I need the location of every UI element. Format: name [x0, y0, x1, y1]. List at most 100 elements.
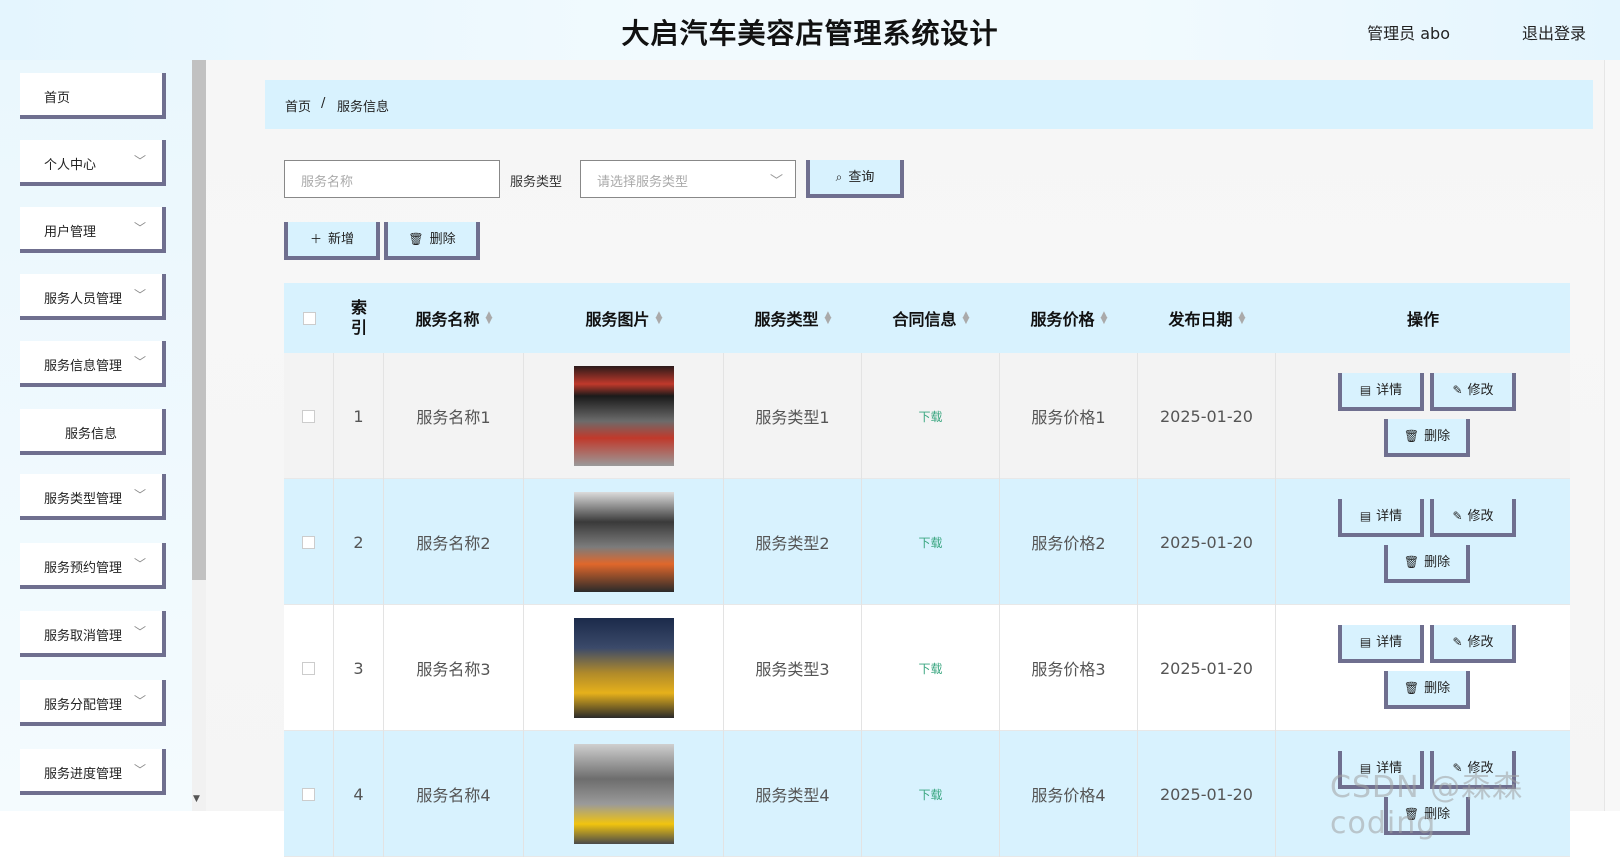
select-all-checkbox[interactable]	[302, 311, 316, 325]
bulk-delete-button[interactable]: 🗑 删除	[384, 222, 480, 260]
sidebar-subitem-service-info[interactable]: 服务信息	[20, 409, 166, 455]
delete-label: 删除	[1424, 429, 1451, 444]
download-link[interactable]: 下载	[918, 534, 942, 551]
delete-icon: 🗑	[1403, 681, 1420, 695]
search-icon: ⌕	[835, 170, 843, 184]
service-image-cell	[524, 731, 724, 857]
sidebar-item-service-type-management[interactable]: 服务类型管理 ﹀	[20, 474, 166, 520]
row-checkbox[interactable]	[302, 787, 315, 801]
row-checkbox[interactable]	[302, 409, 315, 423]
sidebar-item-personal-center[interactable]: 个人中心 ﹀	[20, 140, 166, 186]
sidebar-item-label: 首页	[44, 91, 71, 106]
sort-icon[interactable]: ▲ ▼	[825, 311, 832, 326]
cell-date: 2025-01-20	[1138, 353, 1276, 479]
chevron-down-icon: ﹀	[133, 355, 146, 369]
sidebar-item-home[interactable]: 首页	[20, 73, 166, 119]
cell-index: 1	[334, 353, 384, 479]
col-date[interactable]: 发布日期 ▲ ▼	[1138, 283, 1276, 353]
delete-label: 删除	[1424, 681, 1451, 696]
detail-icon: ▤	[1359, 635, 1372, 649]
chevron-down-icon: ﹀	[133, 557, 146, 571]
cell-name: 服务名称3	[384, 605, 524, 731]
sidebar-item-label: 服务信息	[64, 427, 117, 442]
sidebar-scroll-thumb[interactable]	[192, 60, 206, 580]
col-name[interactable]: 服务名称 ▲ ▼	[384, 283, 524, 353]
edit-icon: ✎	[1452, 509, 1463, 523]
col-type[interactable]: 服务类型 ▲ ▼	[724, 283, 862, 353]
cell-name: 服务名称1	[384, 353, 524, 479]
service-type-select[interactable]: 请选择服务类型 ﹀	[580, 160, 796, 198]
cell-date: 2025-01-20	[1138, 731, 1276, 857]
row-checkbox[interactable]	[302, 535, 315, 549]
edit-label: 修改	[1467, 509, 1494, 524]
edit-button[interactable]: ✎ 修改	[1430, 373, 1516, 411]
cell-price: 服务价格2	[1000, 479, 1138, 605]
edit-button[interactable]: ✎ 修改	[1430, 625, 1516, 663]
detail-icon: ▤	[1359, 509, 1372, 523]
detail-button[interactable]: ▤ 详情	[1338, 373, 1424, 411]
main-scrollbar[interactable]	[1604, 60, 1620, 811]
col-price[interactable]: 服务价格 ▲ ▼	[1000, 283, 1138, 353]
sidebar-item-label: 服务人员管理	[44, 292, 123, 307]
sidebar-item-assignment-management[interactable]: 服务分配管理 ﹀	[20, 680, 166, 726]
sidebar-item-user-management[interactable]: 用户管理 ﹀	[20, 207, 166, 253]
col-actions: 操作	[1406, 310, 1439, 329]
detail-label: 详情	[1376, 509, 1403, 524]
cell-name: 服务名称2	[384, 479, 524, 605]
delete-button[interactable]: 🗑 删除	[1384, 419, 1470, 457]
detail-button[interactable]: ▤ 详情	[1338, 499, 1424, 537]
cell-index: 3	[334, 605, 384, 731]
service-name-input[interactable]: 服务名称	[284, 160, 500, 198]
sort-icon[interactable]: ▲ ▼	[656, 311, 663, 326]
breadcrumb-separator: /	[321, 96, 326, 111]
service-image-cell	[524, 479, 724, 605]
sort-icon[interactable]: ▲ ▼	[1101, 311, 1108, 326]
chevron-down-icon: ﹀	[769, 174, 783, 189]
cell-price: 服务价格3	[1000, 605, 1138, 731]
cell-price: 服务价格4	[1000, 731, 1138, 857]
sort-icon[interactable]: ▲ ▼	[1239, 311, 1246, 326]
delete-button[interactable]: 🗑 删除	[1384, 671, 1470, 709]
trash-icon: 🗑	[408, 232, 424, 246]
edit-icon: ✎	[1452, 635, 1463, 649]
query-button[interactable]: ⌕ 查询	[806, 160, 904, 198]
edit-button[interactable]: ✎ 修改	[1430, 499, 1516, 537]
add-label: 新增	[328, 232, 355, 247]
delete-label: 删除	[429, 232, 456, 247]
col-image[interactable]: 服务图片 ▲ ▼	[524, 283, 724, 353]
table-row: 3 服务名称3 服务类型3 下载 服务价格3 2025-01-20 ▤ 详情 ✎ 修改 🗑 删除	[284, 605, 1570, 731]
download-link[interactable]: 下载	[918, 408, 942, 425]
watermark: CSDN @森森 coding	[1330, 770, 1524, 841]
service-image	[573, 366, 674, 466]
logout-link[interactable]: 退出登录	[1522, 20, 1586, 44]
sidebar: 首页 个人中心 ﹀ 用户管理 ﹀ 服务人员管理 ﹀ 服务信息管理 ﹀ 服务信息 …	[0, 60, 192, 811]
sidebar-item-booking-management[interactable]: 服务预约管理 ﹀	[20, 543, 166, 589]
contract-cell: 下载	[862, 605, 1000, 731]
sort-icon[interactable]: ▲ ▼	[486, 311, 493, 326]
contract-cell: 下载	[862, 479, 1000, 605]
sidebar-item-label: 服务分配管理	[44, 698, 123, 713]
detail-icon: ▤	[1359, 383, 1372, 397]
download-link[interactable]: 下载	[918, 660, 942, 677]
breadcrumb-home[interactable]: 首页	[285, 96, 311, 115]
add-button[interactable]: ＋ 新增	[284, 222, 380, 260]
col-index: 索 引	[350, 298, 367, 337]
download-link[interactable]: 下载	[918, 786, 942, 803]
table-row: 1 服务名称1 服务类型1 下载 服务价格1 2025-01-20 ▤ 详情 ✎ 修改 🗑 删除	[284, 353, 1570, 479]
col-contract[interactable]: 合同信息 ▲ ▼	[862, 283, 1000, 353]
row-checkbox[interactable]	[302, 661, 315, 675]
sidebar-item-staff-management[interactable]: 服务人员管理 ﹀	[20, 274, 166, 320]
sort-icon[interactable]: ▲ ▼	[963, 311, 970, 326]
sidebar-item-service-info-management[interactable]: 服务信息管理 ﹀	[20, 341, 166, 387]
edit-label: 修改	[1467, 383, 1494, 398]
detail-button[interactable]: ▤ 详情	[1338, 625, 1424, 663]
current-user: 管理员 abo	[1367, 24, 1450, 43]
delete-button[interactable]: 🗑 删除	[1384, 545, 1470, 583]
chevron-down-icon: ﹀	[133, 154, 146, 168]
cell-name: 服务名称4	[384, 731, 524, 857]
sidebar-item-progress-management[interactable]: 服务进度管理 ﹀	[20, 749, 166, 795]
plus-icon: ＋	[309, 232, 322, 246]
scroll-down-arrow-icon[interactable]: ▼	[193, 794, 200, 804]
cell-type: 服务类型1	[724, 353, 862, 479]
sidebar-item-cancel-management[interactable]: 服务取消管理 ﹀	[20, 611, 166, 657]
